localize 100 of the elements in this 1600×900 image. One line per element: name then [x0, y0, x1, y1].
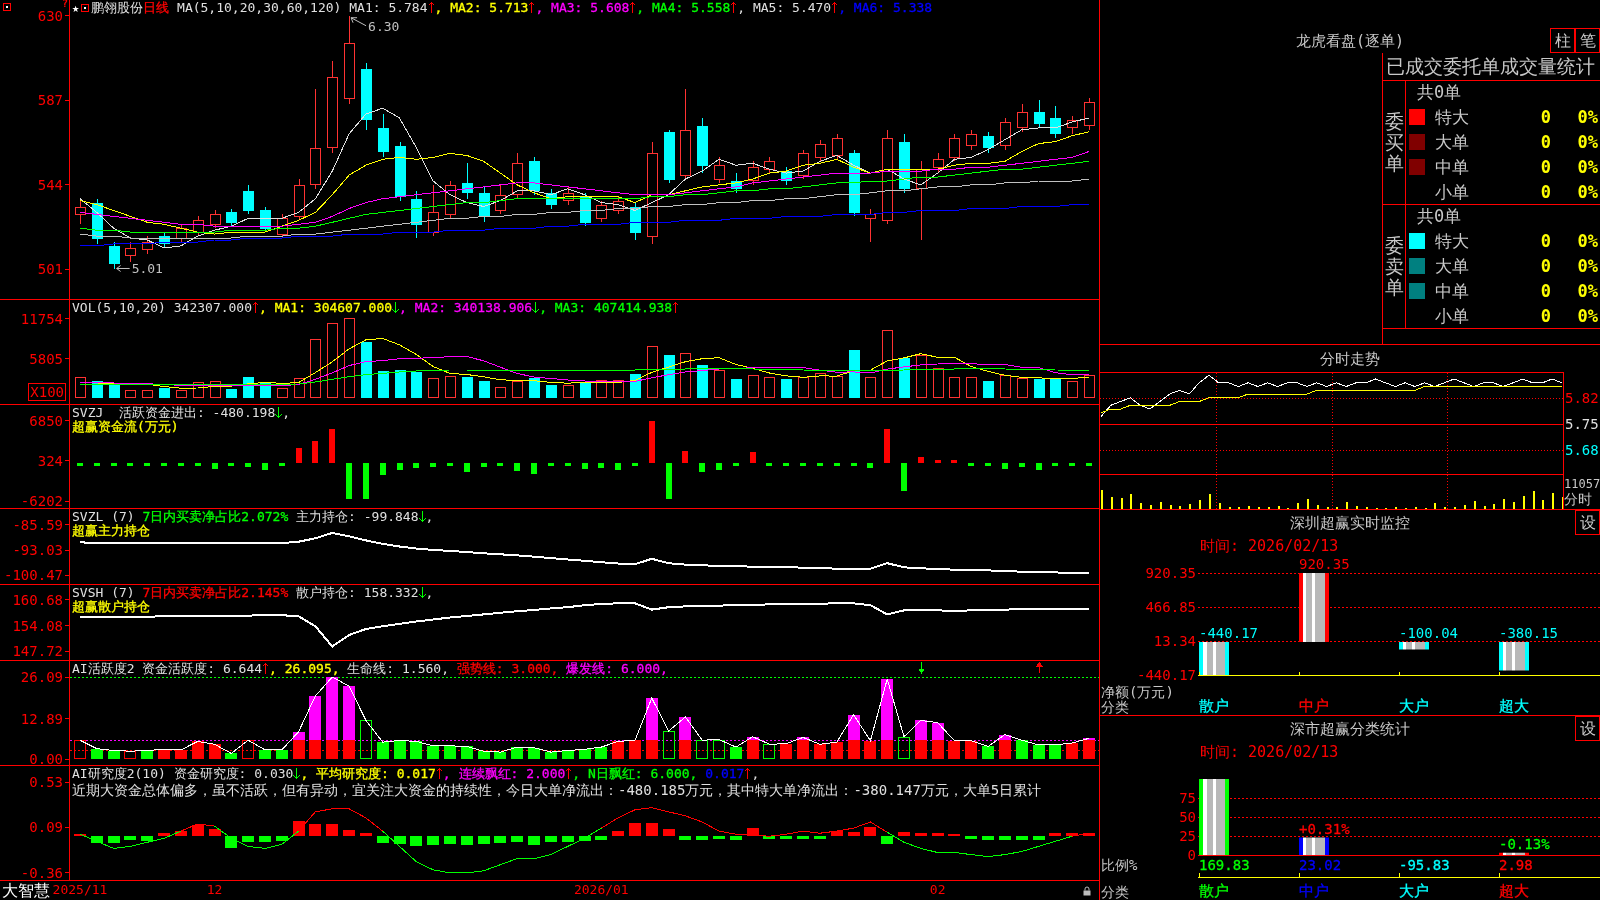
candlestick: [983, 131, 994, 154]
flow-bar: [279, 463, 285, 466]
category-label: 超大: [1498, 697, 1530, 715]
candlestick: [546, 188, 557, 209]
legend-item: , MA2: 5.713: [434, 0, 529, 15]
indicator-title: 超赢资金流(万元): [72, 419, 179, 434]
change-label: +0.31%: [1299, 820, 1350, 837]
axis-label: -93.03: [12, 543, 69, 557]
axis-label: 501: [37, 262, 69, 277]
order-share: 0%: [1576, 230, 1599, 251]
order-size-label: 中单: [1434, 156, 1470, 177]
price-annotation: 6.30: [368, 18, 400, 34]
flow-bar: [1019, 463, 1025, 467]
date-time-label: 时间: 2026/02/13: [1199, 742, 1340, 762]
legend-item: , MA5: 5.470: [737, 0, 832, 15]
flow-bar: [161, 463, 167, 466]
order-count: 0: [1539, 106, 1551, 127]
axis-label: 160.68: [12, 592, 69, 607]
value-label: -380.15: [1499, 625, 1558, 641]
value-label: -100.04: [1399, 625, 1458, 641]
candlestick: [764, 156, 775, 174]
square-icon: [3, 3, 11, 11]
candlestick: [294, 178, 305, 221]
legend-item: , MA1: 304607.000: [259, 300, 393, 315]
legend-item: , MA3: 5.608: [535, 0, 630, 15]
order-count: 0: [1539, 131, 1551, 152]
candlestick: [815, 139, 826, 162]
flow-bar: [598, 463, 604, 468]
candlestick: [243, 184, 254, 215]
flow-bar: [144, 463, 150, 466]
settings-button[interactable]: 设: [1575, 716, 1600, 741]
net-flow-bar: [1399, 642, 1429, 650]
legend-item: , MA6: 5.338: [838, 0, 933, 15]
candlestick: [714, 156, 725, 184]
flow-bar: [312, 441, 318, 463]
axis-label: 466.85: [1145, 599, 1196, 615]
flow-bar: [380, 463, 386, 475]
flow-bar: [346, 463, 352, 499]
flow-bar: [968, 463, 974, 466]
view-toggle-button[interactable]: 柱: [1550, 28, 1575, 53]
candlestick: [949, 133, 960, 162]
flow-bar: [430, 463, 436, 467]
net-flow-bar: [1499, 642, 1529, 671]
axis-label: -85.59: [12, 517, 69, 532]
flow-bar: [615, 463, 621, 470]
flow-bar: [195, 463, 201, 466]
flow-bar: [413, 463, 419, 468]
order-share: 0%: [1576, 305, 1599, 326]
flow-bar: [800, 463, 806, 466]
order-size-label: 小单: [1434, 305, 1470, 326]
legend-item: 鹏翎股份: [91, 0, 144, 15]
axis-label: 13.34: [1153, 633, 1196, 649]
flow-bar: [531, 463, 537, 474]
view-toggle-button[interactable]: 笔: [1575, 28, 1600, 53]
flow-bar: [497, 463, 503, 466]
flow-bar: [329, 429, 335, 463]
volume-scale-label: 11057: [1564, 476, 1600, 491]
group-label: 委卖单: [1384, 235, 1404, 298]
flow-bar: [514, 463, 520, 471]
flow-bar: [111, 463, 117, 466]
candlestick: [1050, 105, 1061, 139]
value-label: 920.35: [1299, 556, 1350, 572]
axis-label: 26.09: [20, 670, 69, 685]
candlestick: [832, 133, 843, 160]
category-label: 大户: [1398, 697, 1430, 715]
candlestick: [1000, 117, 1011, 150]
flow-bar: [884, 429, 890, 463]
volume-unit-label: 分时: [1564, 491, 1593, 507]
flow-bar: [901, 463, 907, 491]
axis-label: -100.47: [4, 568, 69, 583]
flow-bar: [127, 463, 133, 466]
legend-item: SVZJ 活跃资金进出: -480.198: [72, 405, 276, 420]
axis-label: 75: [1179, 790, 1196, 806]
axis-label: 0.09: [29, 820, 69, 835]
candlestick: [613, 196, 624, 215]
legend-item: , MA3: 407414.938: [539, 300, 673, 315]
axis-label: 5805: [29, 351, 69, 366]
candlestick: [361, 62, 372, 131]
date-label: 02: [929, 882, 946, 898]
ratio-label: 169.83: [1198, 857, 1251, 873]
flow-bar: [783, 463, 789, 466]
candlestick: [125, 241, 136, 263]
settings-button[interactable]: 设: [1575, 510, 1600, 535]
candlestick: [933, 152, 944, 174]
candlestick: [664, 129, 675, 184]
candlestick: [1067, 115, 1078, 135]
analysis-text: 近期大资金总体偏多，虽不活跃，但有异动，宜关注大资金的持续性，今日大单净流出：-480.185万元，其中特大单净流出：-380.147万元，大单5日累计: [72, 782, 1042, 798]
candlestick: [899, 133, 910, 194]
order-size-label: 中单: [1434, 280, 1470, 301]
flow-bar: [867, 463, 873, 468]
category-label: 散户: [1198, 697, 1230, 715]
flow-bar: [1069, 463, 1075, 466]
net-flow-bar: [1199, 642, 1229, 675]
indicator-title: 超赢散户持仓: [72, 599, 150, 614]
arrow-icon: [116, 265, 131, 272]
candlestick: [159, 231, 170, 249]
candlestick: [75, 200, 86, 225]
legend-item: , MA2: 340138.906: [399, 300, 533, 315]
ratio-label: 23.02: [1298, 857, 1343, 873]
flow-bar: [77, 463, 83, 466]
